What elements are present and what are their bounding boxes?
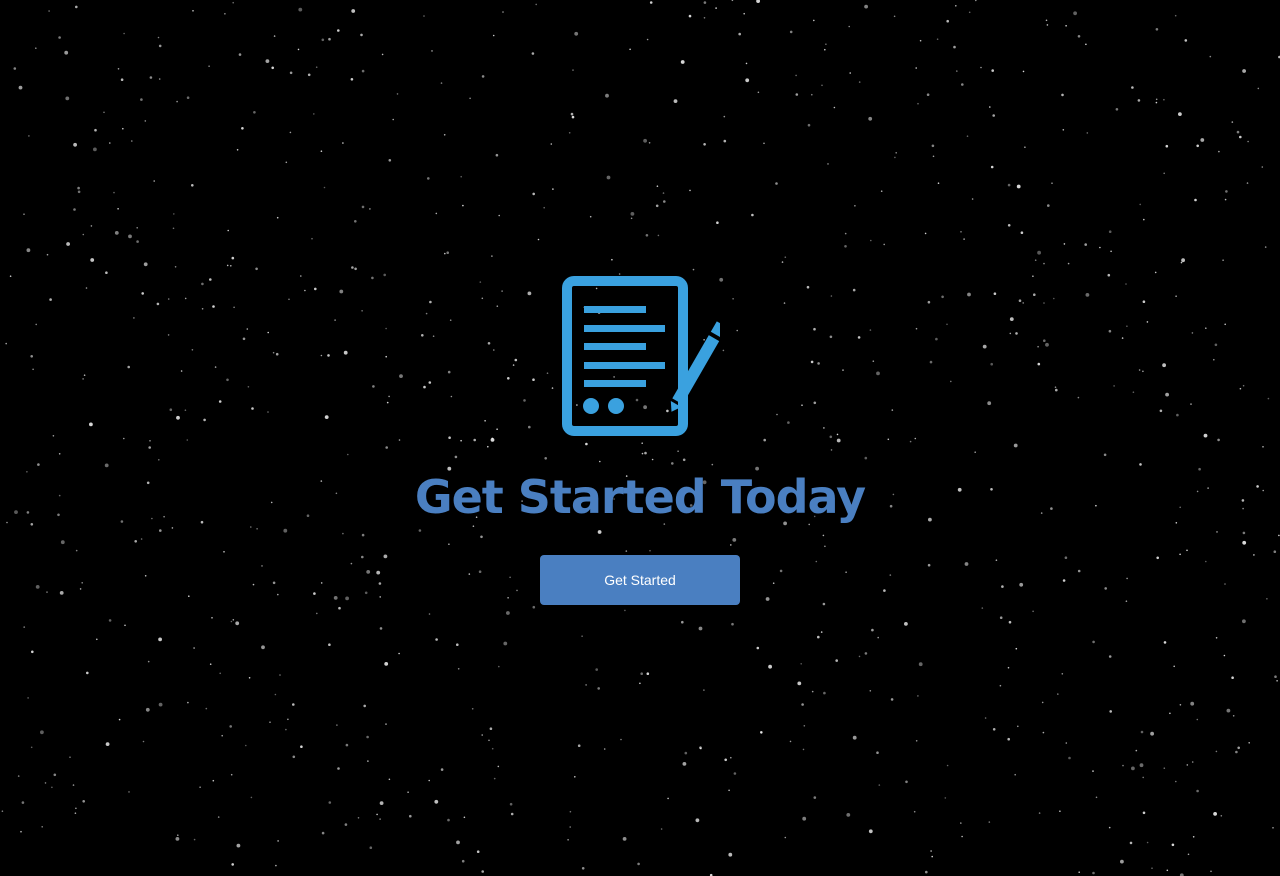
document-line <box>584 343 646 350</box>
document-dot <box>583 398 599 414</box>
document-with-pencil-icon <box>562 276 720 436</box>
landing-page: Get Started Today Get Started <box>0 0 1280 876</box>
document-line <box>584 325 665 332</box>
pencil-icon <box>670 321 720 412</box>
pencil-eraser <box>710 321 720 338</box>
document-line <box>584 380 646 387</box>
document-line <box>584 306 646 313</box>
hero-section: Get Started Today Get Started <box>0 0 1280 876</box>
page-title: Get Started Today <box>414 470 866 524</box>
document-line <box>584 362 665 369</box>
document-dot <box>608 398 624 414</box>
get-started-button[interactable]: Get Started <box>540 555 740 605</box>
